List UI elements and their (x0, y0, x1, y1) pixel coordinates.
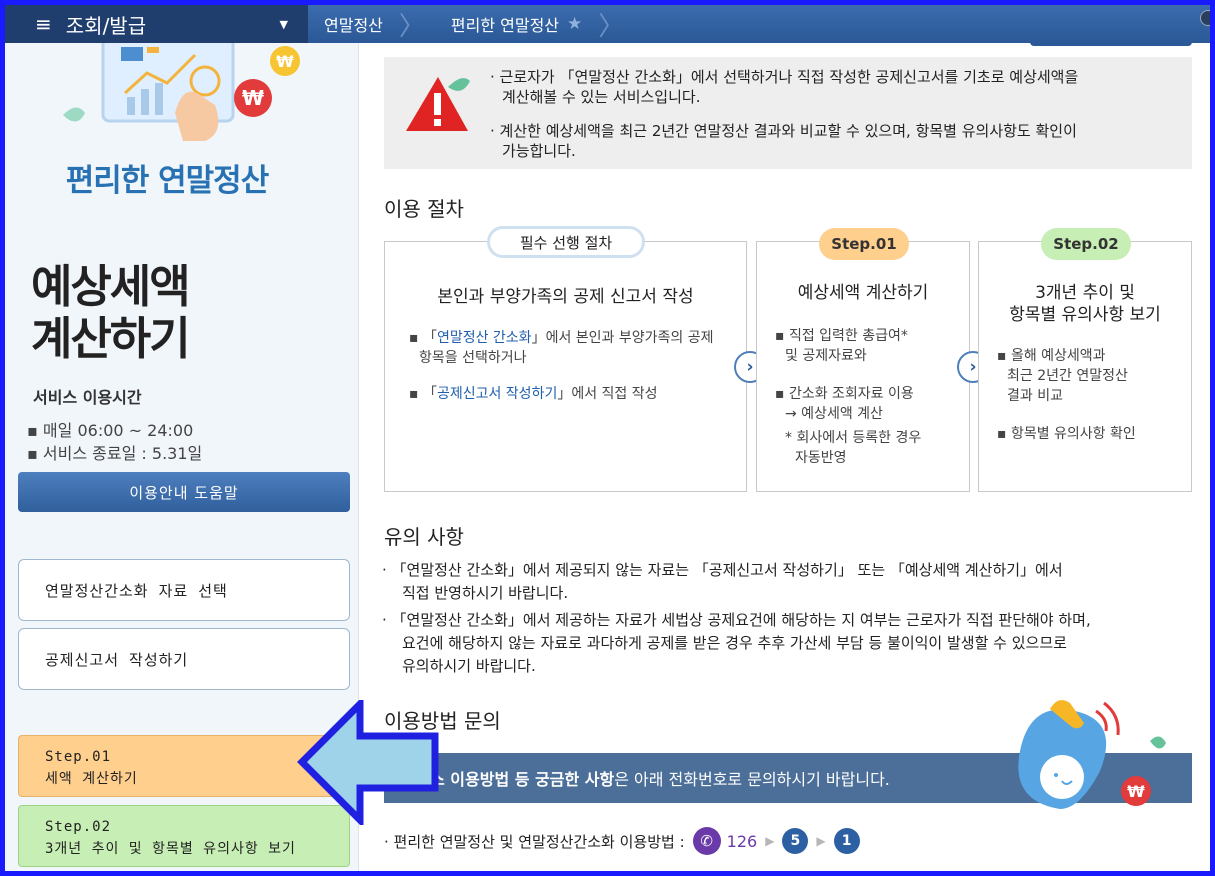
brand-title: 편리한 연말정산 (65, 163, 269, 199)
pre-step-item: ▪ 「연말정산 간소화」에서 본인과 부양가족의 공제 (409, 328, 714, 348)
caution-line: 요건에 해당하지 않는 자료로 과다하게 공제를 받은 경우 추후 가산세 부담… (402, 634, 1067, 652)
page-title-line: 예상세액 (31, 260, 191, 313)
caution-line: 직접 반영하시기 바랍니다. (402, 584, 569, 602)
step-label: Step.01 (45, 749, 112, 765)
caution-line: 유의하시기 바랍니다. (402, 657, 536, 675)
star-icon[interactable]: ★ (567, 14, 582, 34)
pre-step-pill: 필수 선행 절차 (487, 226, 645, 258)
step-text: 3개년 추이 및 항목별 유의사항 보기 (45, 841, 296, 857)
step-text: 세액 계산하기 (45, 771, 138, 787)
step1-item: 및 공제자료와 (785, 348, 867, 364)
step2-title: 3개년 추이 및 항목별 유의사항 보기 (979, 282, 1191, 326)
step-label: Step.02 (45, 819, 112, 835)
item-prefix: ▪ 「 (409, 330, 437, 346)
step2-item: ▪ 항목별 유의사항 확인 (997, 426, 1136, 442)
phone-info-label: · 편리한 연말정산 및 연말정산간소화 이용방법 : (384, 832, 685, 851)
notice-line: · 계산한 예상세액을 최근 2년간 연말정산 결과와 비교할 수 있으며, 항… (490, 122, 1077, 140)
step1-item: ▪ 직접 입력한 총급여* (775, 328, 908, 344)
step2-pill: Step.02 (1041, 228, 1131, 260)
pre-step-item-line2: 항목을 선택하거나 (419, 350, 527, 366)
pre-step-title: 본인과 부양가족의 공제 신고서 작성 (437, 287, 694, 307)
step2-item: ▪ 올해 예상세액과 (997, 348, 1106, 364)
notice-line: 가능합니다. (502, 142, 576, 160)
caution-line: · 「연말정산 간소화」에서 제공하는 자료가 세법상 공제요건에 해당하는 지… (382, 611, 1091, 629)
svg-text:₩: ₩ (242, 86, 264, 110)
step1-item: 자동반영 (795, 450, 847, 466)
phone-number: 126 (726, 831, 758, 851)
svg-text:₩: ₩ (276, 52, 294, 71)
top-tab-edge (1030, 42, 1192, 46)
breadcrumb-separator-icon: 〉 (398, 11, 425, 42)
breadcrumb-label: 연말정산 (324, 16, 383, 35)
notice-box: · 근로자가 「연말정산 간소화」에서 선택하거나 직접 작성한 공제신고서를 … (384, 57, 1192, 169)
breadcrumb-convenient[interactable]: 편리한 연말정산 ★ 〉 (435, 5, 634, 43)
help-guide-button[interactable]: 이용안내 도움말 (18, 472, 350, 512)
pre-step-box: 필수 선행 절차 본인과 부양가족의 공제 신고서 작성 ▪ 「연말정산 간소화… (384, 226, 747, 492)
caret-down-icon: ▼ (279, 17, 288, 31)
item-text: 」에서 본인과 부양가족의 공제 (531, 330, 714, 346)
service-end-date: ▪ 서비스 종료일 : 5.31일 (27, 444, 203, 463)
step1-item: ▪ 간소화 조회자료 이용 (775, 386, 914, 402)
top-right-button-icon[interactable] (1200, 10, 1215, 26)
service-time-hours: ▪ 매일 06:00 ~ 24:00 (27, 421, 194, 440)
annotation-arrow-icon (297, 700, 439, 825)
triangle-right-icon: ▶ (816, 834, 826, 848)
step1-item: → 예상세액 계산 (785, 406, 883, 422)
breadcrumb-separator-icon: 〉 (598, 11, 625, 42)
step2-title-line: 3개년 추이 및 (1035, 283, 1135, 303)
press-number: 5 (782, 828, 809, 854)
step2-item: 최근 2년간 연말정산 (1007, 368, 1128, 384)
contact-banner-text: 은 아래 전화번호로 문의하시기 바랍니다. (614, 770, 890, 789)
breadcrumb-year-end[interactable]: 연말정산 〉 (308, 5, 435, 43)
step1-pill: Step.01 (819, 228, 909, 260)
service-time-title: 서비스 이용시간 (33, 388, 142, 407)
notice-line: 계산해볼 수 있는 서비스입니다. (502, 88, 701, 106)
simplified-link[interactable]: 연말정산 간소화 (437, 330, 532, 346)
notice-line: · 근로자가 「연말정산 간소화」에서 선택하거나 직접 작성한 공제신고서를 … (490, 68, 1079, 86)
top-nav-bar: ≡ 조회/발급 ▼ 연말정산 〉 편리한 연말정산 ★ 〉 (5, 5, 1215, 43)
hamburger-icon: ≡ (35, 12, 52, 36)
phone-icon: ✆ (692, 827, 721, 855)
step1-title: 예상세액 계산하기 (797, 283, 929, 303)
breadcrumb-label: 편리한 연말정산 (450, 16, 560, 35)
step2-item: 결과 비교 (1007, 388, 1063, 404)
step1-item: * 회사에서 등록한 경우 (785, 430, 922, 446)
step2-title-line: 항목별 유의사항 보기 (1009, 305, 1161, 325)
warning-icon (406, 77, 470, 131)
item-prefix: ▪ 「 (409, 386, 437, 402)
menu-dropdown[interactable]: ≡ 조회/발급 ▼ (5, 5, 308, 43)
procedure-title: 이용 절차 (384, 197, 464, 221)
calculator-illustration-icon: ₩ ₩ (63, 43, 300, 141)
pre-step-item: ▪ 「공제신고서 작성하기」에서 직접 작성 (409, 384, 658, 404)
contact-banner-bold: 스 이용방법 등 궁금한 사항 (430, 770, 615, 789)
step1-box: Step.01 예상세액 계산하기 ▪ 직접 입력한 총급여* 및 공제자료와 … (756, 228, 970, 492)
triangle-right-icon: ▶ (765, 834, 775, 848)
menu-label: 조회/발급 (65, 13, 147, 38)
phone-info-line: · 편리한 연말정산 및 연말정산간소화 이용방법 : ✆ 126 ▶ 5 ▶ … (384, 827, 860, 855)
write-form-link[interactable]: 공제신고서 작성하기 (437, 386, 557, 402)
select-simplified-data-button[interactable]: 연말정산간소화 자료 선택 (18, 559, 350, 621)
step2-box: Step.02 3개년 추이 및 항목별 유의사항 보기 ▪ 올해 예상세액과 … (978, 228, 1192, 492)
svg-text:₩: ₩ (1127, 782, 1145, 801)
page-title-line: 계산하기 (31, 312, 191, 365)
phone-support-illustration-icon: ₩ (1018, 700, 1166, 809)
press-number: 1 (833, 828, 860, 854)
main-content: · 근로자가 「연말정산 간소화」에서 선택하거나 직접 작성한 공제신고서를 … (360, 42, 1210, 871)
write-deduction-form-button[interactable]: 공제신고서 작성하기 (18, 628, 350, 690)
item-text: 」에서 직접 작성 (557, 386, 658, 402)
caution-line: · 「연말정산 간소화」에서 제공되지 않는 자료는 「공제신고서 작성하기」 … (382, 561, 1063, 579)
page-title: 예상세액 계산하기 (31, 260, 191, 365)
cautions-title: 유의 사항 (384, 525, 464, 549)
